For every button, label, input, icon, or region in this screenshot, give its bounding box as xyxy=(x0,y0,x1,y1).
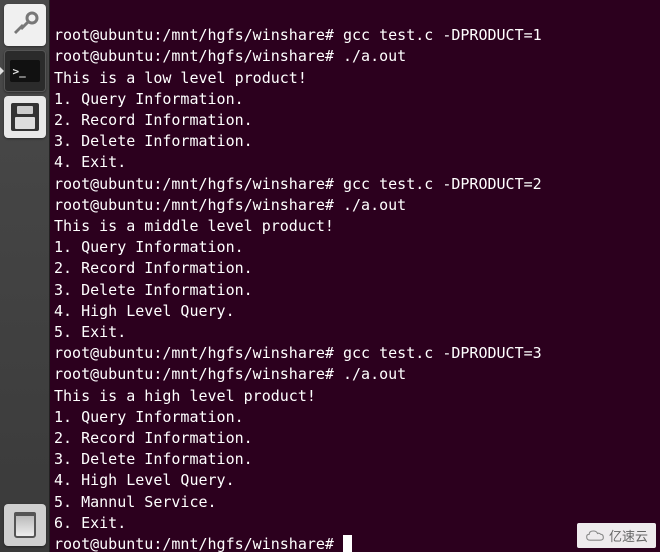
terminal-line: 4. Exit. xyxy=(54,152,654,173)
terminal-line: 1. Query Information. xyxy=(54,237,654,258)
terminal-line: 2. Record Information. xyxy=(54,428,654,449)
terminal-line: root@ubuntu:/mnt/hgfs/winshare# gcc test… xyxy=(54,343,654,364)
launcher-settings[interactable] xyxy=(4,4,46,46)
terminal-line: 6. Exit. xyxy=(54,513,654,534)
terminal-line: 5. Mannul Service. xyxy=(54,492,654,513)
terminal-line: 1. Query Information. xyxy=(54,89,654,110)
watermark-text: 亿速云 xyxy=(609,526,648,545)
terminal-line: 5. Exit. xyxy=(54,322,654,343)
terminal-line: 3. Delete Information. xyxy=(54,131,654,152)
terminal-line: 2. Record Information. xyxy=(54,258,654,279)
wrench-screwdriver-icon xyxy=(10,10,40,40)
terminal-line: root@ubuntu:/mnt/hgfs/winshare# ./a.out xyxy=(54,195,654,216)
terminal-line: 4. High Level Query. xyxy=(54,301,654,322)
terminal-line: 3. Delete Information. xyxy=(54,449,654,470)
launcher-panel: >_ xyxy=(0,0,50,552)
cursor xyxy=(343,535,352,552)
terminal-line: root@ubuntu:/mnt/hgfs/winshare# ./a.out xyxy=(54,46,654,67)
terminal-icon: >_ xyxy=(10,60,40,82)
watermark-badge: 亿速云 xyxy=(577,523,656,548)
terminal-line: This is a high level product! xyxy=(54,386,654,407)
terminal-line: This is a middle level product! xyxy=(54,216,654,237)
terminal-line: root@ubuntu:/mnt/hgfs/winshare# ./a.out xyxy=(54,364,654,385)
terminal-line: root@ubuntu:/mnt/hgfs/winshare# gcc test… xyxy=(54,174,654,195)
terminal-line: 4. High Level Query. xyxy=(54,470,654,491)
launcher-trash[interactable] xyxy=(4,504,46,546)
terminal-line: 3. Delete Information. xyxy=(54,280,654,301)
launcher-terminal[interactable]: >_ xyxy=(4,50,46,92)
terminal-line: root@ubuntu:/mnt/hgfs/winshare# gcc test… xyxy=(54,25,654,46)
cloud-icon xyxy=(585,529,605,543)
terminal-line: 1. Query Information. xyxy=(54,407,654,428)
terminal-prompt-line[interactable]: root@ubuntu:/mnt/hgfs/winshare# xyxy=(54,534,654,552)
trash-icon xyxy=(14,512,36,538)
terminal-line: This is a low level product! xyxy=(54,68,654,89)
floppy-icon xyxy=(11,103,39,131)
terminal-output[interactable]: root@ubuntu:/mnt/hgfs/winshare# gcc test… xyxy=(50,0,660,552)
launcher-save[interactable] xyxy=(4,96,46,138)
terminal-line: 2. Record Information. xyxy=(54,110,654,131)
